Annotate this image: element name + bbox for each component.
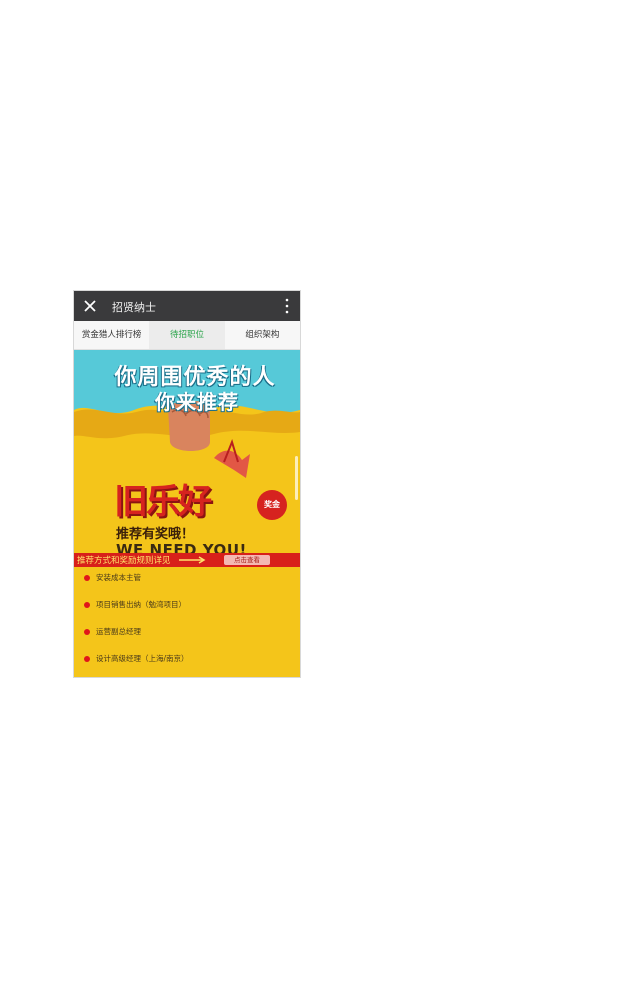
poster-headline-2: 你来推荐 — [155, 390, 239, 414]
job-title: 运营副总经理 — [96, 627, 141, 636]
rules-banner: 推荐方式和奖励规则详见 点击查看 — [74, 553, 300, 567]
tab-bounty-ranking[interactable]: 赏金猎人排行榜 — [74, 321, 149, 349]
view-details-button[interactable]: 点击查看 — [224, 555, 270, 565]
list-item[interactable]: 运营副总经理 — [74, 624, 300, 640]
page-title: 招贤纳士 — [112, 301, 156, 314]
job-title: 设计高级经理（上海/南京） — [96, 654, 189, 663]
bullet-icon — [84, 656, 90, 662]
bullet-icon — [84, 575, 90, 581]
close-icon[interactable] — [80, 296, 100, 316]
more-options-icon[interactable] — [282, 297, 292, 315]
tab-organization[interactable]: 组织架构 — [225, 321, 300, 349]
bullet-icon — [84, 629, 90, 635]
scrollbar[interactable] — [295, 456, 298, 500]
poster-slogan: 推荐有奖哦！ — [116, 527, 195, 542]
list-item[interactable]: 安装成本主管 — [74, 570, 300, 586]
recruit-poster: 你周围优秀的人 你来推荐 旧乐好 奖金 推荐有奖哦！ WE NEED YOU! — [74, 350, 300, 559]
tab-bar: 赏金猎人排行榜 待招职位 组织架构 — [74, 321, 300, 350]
bonus-stamp: 奖金 — [257, 490, 287, 520]
title-bar: 招贤纳士 — [74, 291, 300, 321]
bullet-icon — [84, 602, 90, 608]
phone-screen: 招贤纳士 赏金猎人排行榜 待招职位 组织架构 你周围优秀的人 你来推荐 旧乐好 … — [74, 291, 300, 677]
job-title: 项目销售出纳（勉湾项目） — [96, 600, 186, 609]
arrow-right-icon — [179, 556, 206, 564]
job-title: 安装成本主管 — [96, 573, 141, 582]
list-item[interactable]: 设计高级经理（上海/南京） — [74, 651, 300, 667]
poster-big-title: 旧乐好 — [114, 482, 212, 522]
banner-text: 推荐方式和奖励规则详见 — [77, 556, 171, 566]
tab-open-positions[interactable]: 待招职位 — [149, 321, 225, 349]
list-item[interactable]: 项目销售出纳（勉湾项目） — [74, 597, 300, 613]
